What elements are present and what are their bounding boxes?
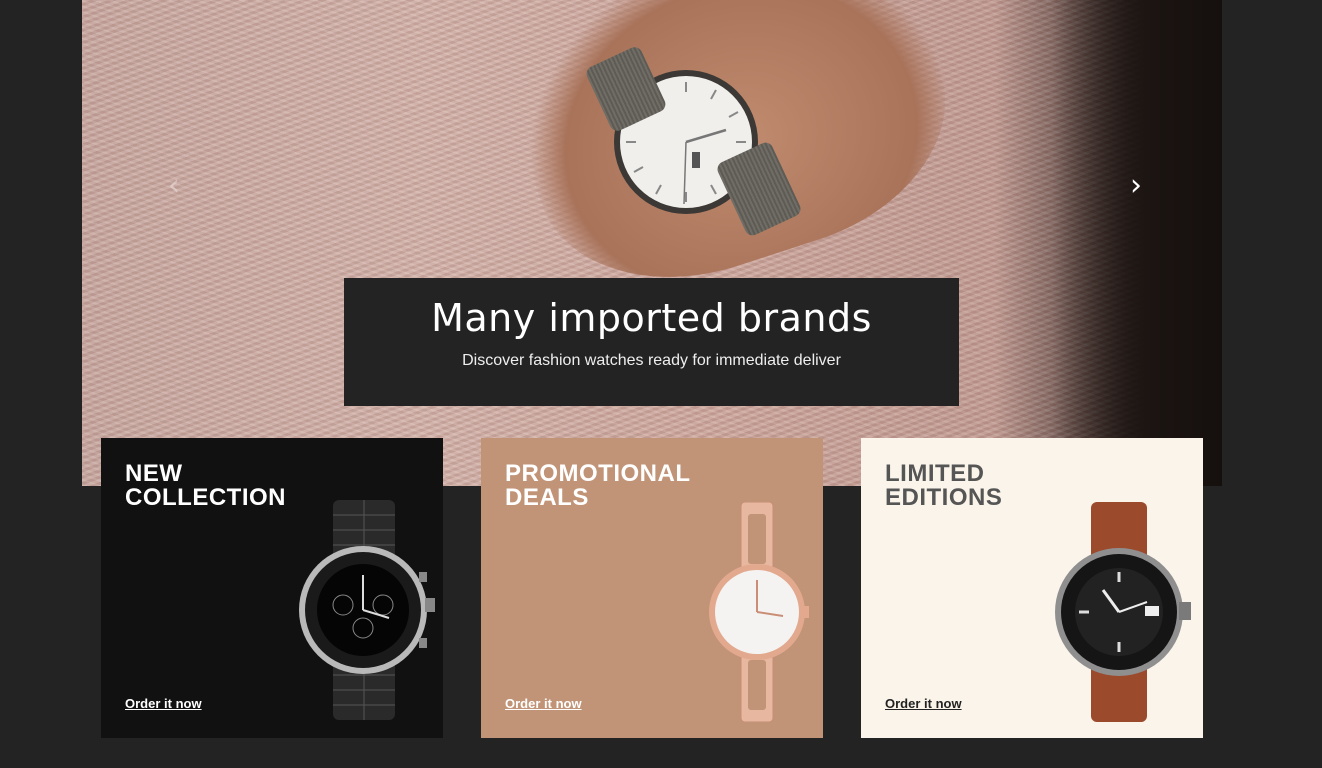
rose-gold-watch-image bbox=[709, 502, 809, 722]
hero-watch-image bbox=[584, 44, 804, 238]
page: ‹ › Many imported brands Discover fashio… bbox=[0, 0, 1322, 768]
promotional-deals-card[interactable]: PROMOTIONAL DEALS Order it now bbox=[481, 438, 823, 738]
chevron-left-icon[interactable]: ‹ bbox=[160, 171, 188, 201]
diver-watch-image bbox=[1055, 502, 1191, 722]
order-now-link[interactable]: Order it now bbox=[505, 696, 582, 711]
order-now-link[interactable]: Order it now bbox=[885, 696, 962, 711]
chevron-right-icon[interactable]: › bbox=[1122, 171, 1150, 201]
limited-editions-card[interactable]: LIMITED EDITIONS Order it now bbox=[861, 438, 1203, 738]
new-collection-card[interactable]: NEW COLLECTION Order it now bbox=[101, 438, 443, 738]
hero-slider: ‹ › Many imported brands Discover fashio… bbox=[82, 0, 1222, 486]
hero-shadow bbox=[1052, 0, 1222, 486]
hero-caption: Many imported brands Discover fashion wa… bbox=[344, 278, 959, 406]
hero-title: Many imported brands bbox=[431, 296, 872, 340]
order-now-link[interactable]: Order it now bbox=[125, 696, 202, 711]
hero-subtitle: Discover fashion watches ready for immed… bbox=[462, 352, 841, 369]
black-chronograph-watch-image bbox=[299, 500, 435, 720]
